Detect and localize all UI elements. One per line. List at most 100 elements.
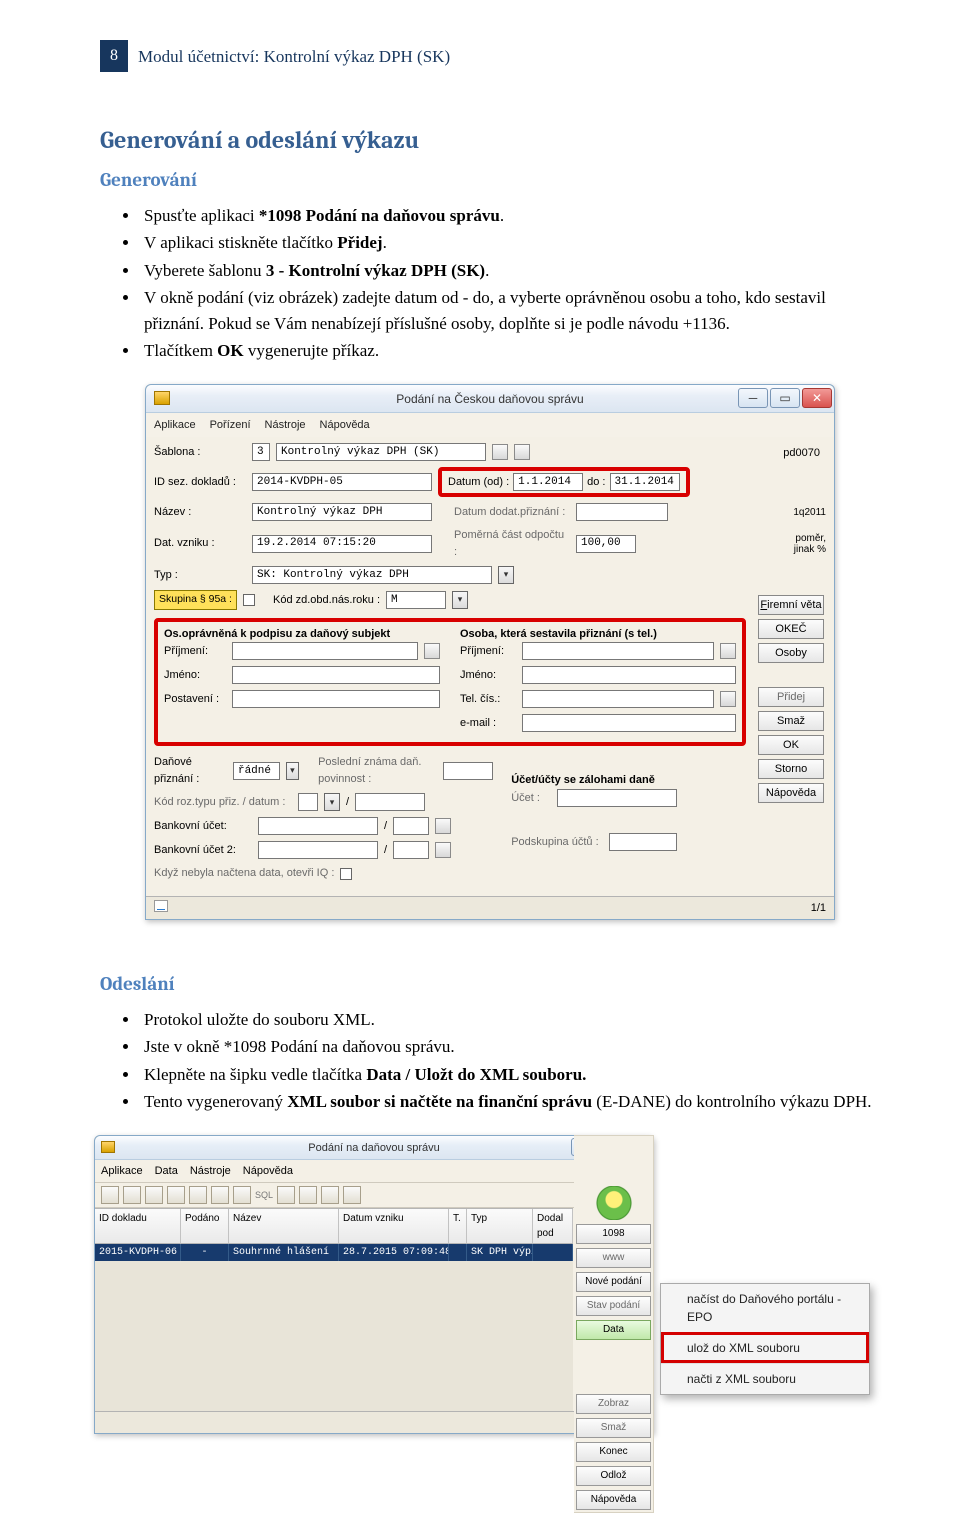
pridej-button[interactable]: Přidej	[758, 687, 824, 707]
text: vygenerujte příkaz.	[244, 341, 379, 360]
input-tel[interactable]	[522, 690, 714, 708]
input-email[interactable]	[522, 714, 736, 732]
storno-button[interactable]: Storno	[758, 759, 824, 779]
input-datum-do[interactable]: 31.1.2014	[610, 473, 680, 491]
toolbar-icon[interactable]	[233, 1186, 251, 1204]
input-pomerna[interactable]: 100,00	[576, 535, 636, 553]
toolbar-icon[interactable]	[101, 1186, 119, 1204]
input-bu1-kod[interactable]	[393, 817, 429, 835]
input-nazev[interactable]: Kontrolný výkaz DPH	[252, 503, 432, 521]
btn-odloz[interactable]: Odlož	[576, 1466, 651, 1486]
btn-1098[interactable]: 1098	[576, 1224, 651, 1244]
skupina-95a-button[interactable]: Skupina § 95a :	[154, 590, 237, 610]
open-icon[interactable]	[492, 444, 508, 460]
chevron-down-icon[interactable]: ▾	[324, 793, 340, 811]
open-icon[interactable]	[424, 643, 440, 659]
input-posledni[interactable]	[443, 762, 493, 780]
okec-button[interactable]: OKEČ	[758, 619, 824, 639]
close-button[interactable]: ✕	[802, 388, 832, 408]
btn-www[interactable]: www	[576, 1248, 651, 1268]
btn-konec[interactable]: Konec	[576, 1442, 651, 1462]
col-podano[interactable]: Podáno	[181, 1209, 229, 1244]
napoveda-button[interactable]: Nápověda	[758, 783, 824, 803]
col-dodal[interactable]: Dodal pod	[533, 1209, 573, 1244]
chevron-down-icon[interactable]: ▾	[286, 762, 298, 780]
input-datum-roz[interactable]	[355, 793, 425, 811]
btn-smaz[interactable]: Smaž	[576, 1418, 651, 1438]
input-sablona-name[interactable]: Kontrolný výkaz DPH (SK)	[276, 443, 486, 461]
star-icon[interactable]	[592, 1186, 636, 1220]
menu-napoveda[interactable]: Nápověda	[243, 1163, 293, 1180]
toolbar-icon[interactable]	[343, 1186, 361, 1204]
input-bu1[interactable]	[258, 817, 378, 835]
input-typ[interactable]: SK: Kontrolný výkaz DPH	[252, 566, 492, 584]
toolbar-icon[interactable]	[167, 1186, 185, 1204]
input-jmeno-1[interactable]	[232, 666, 440, 684]
input-dodat[interactable]	[576, 503, 668, 521]
open-icon[interactable]	[720, 643, 736, 659]
ok-button[interactable]: OK	[758, 735, 824, 755]
chevron-down-icon[interactable]: ▾	[498, 566, 514, 584]
skupina-95a-checkbox[interactable]	[243, 594, 255, 606]
btn-stav-podani[interactable]: Stav podání	[576, 1296, 651, 1316]
col-nazev[interactable]: Název	[229, 1209, 339, 1244]
input-jmeno-2[interactable]	[522, 666, 736, 684]
open-icon[interactable]	[435, 842, 451, 858]
menu-item-epo[interactable]: načíst do Daňového portálu - EPO	[661, 1284, 869, 1332]
menu-data[interactable]: Data	[155, 1163, 178, 1180]
input-id-sez[interactable]: 2014-KVDPH-05	[252, 473, 432, 491]
input-bu2-kod[interactable]	[393, 841, 429, 859]
input-datum-od[interactable]: 1.1.2014	[513, 473, 583, 491]
menu-nastroje[interactable]: Nástroje	[265, 417, 306, 434]
table-row[interactable]: 2015-KVDPH-06 - Souhrnné hlášení 28.7.20…	[95, 1244, 573, 1261]
col-t[interactable]: T.	[449, 1209, 467, 1244]
input-dan-priz[interactable]: řádné	[233, 762, 280, 780]
label-prijmeni: Příjmení:	[460, 643, 516, 660]
maximize-button[interactable]: ▭	[770, 388, 800, 408]
input-prijmeni-1[interactable]	[232, 642, 418, 660]
col-id[interactable]: ID dokladu	[95, 1209, 181, 1244]
menu-napoveda[interactable]: Nápověda	[320, 417, 370, 434]
input-kod-zd[interactable]: M	[386, 591, 446, 609]
chevron-down-icon[interactable]: ▾	[452, 591, 468, 609]
toolbar-icon[interactable]	[211, 1186, 229, 1204]
menu-item-uloz-xml[interactable]: ulož do XML souboru	[661, 1332, 869, 1363]
open-icon[interactable]	[720, 691, 736, 707]
menu-aplikace[interactable]: Aplikace	[154, 417, 196, 434]
window-podani-danova: Podání na daňovou správu ─ ▭ ✕ Aplikace …	[94, 1135, 654, 1434]
toolbar-icon[interactable]	[277, 1186, 295, 1204]
menu-item-nacti-xml[interactable]: načti z XML souboru	[661, 1363, 869, 1394]
toolbar-icon[interactable]	[299, 1186, 317, 1204]
bold-text: Přidej	[337, 233, 382, 252]
input-sablona-num[interactable]: 3	[252, 443, 270, 461]
osoby-button[interactable]: Osoby	[758, 643, 824, 663]
iq-checkbox[interactable]	[340, 868, 352, 880]
input-postaveni[interactable]	[232, 690, 440, 708]
open-icon[interactable]	[435, 818, 451, 834]
input-kod-roz[interactable]	[298, 793, 318, 811]
input-prijmeni-2[interactable]	[522, 642, 714, 660]
input-dat-vzniku[interactable]: 19.2.2014 07:15:20	[252, 535, 432, 553]
col-datum[interactable]: Datum vzniku	[339, 1209, 449, 1244]
btn-napoveda[interactable]: Nápověda	[576, 1490, 651, 1510]
smaz-button[interactable]: Smaž	[758, 711, 824, 731]
menu-nastroje[interactable]: Nástroje	[190, 1163, 231, 1180]
list-icon[interactable]	[514, 444, 530, 460]
input-podskupina[interactable]	[609, 833, 677, 851]
menu-aplikace[interactable]: Aplikace	[101, 1163, 143, 1180]
input-ucet[interactable]	[557, 789, 677, 807]
toolbar-icon[interactable]	[189, 1186, 207, 1204]
toolbar-icon[interactable]	[321, 1186, 339, 1204]
bold-text: XML soubor si načtěte na finanční správu	[287, 1092, 592, 1111]
btn-nove-podani[interactable]: Nové podání	[576, 1272, 651, 1292]
input-bu2[interactable]	[258, 841, 378, 859]
col-typ[interactable]: Typ	[467, 1209, 533, 1244]
menu-porizeni[interactable]: Pořízení	[210, 417, 251, 434]
status-icon[interactable]	[154, 900, 168, 912]
toolbar-icon[interactable]	[145, 1186, 163, 1204]
minimize-button[interactable]: ─	[738, 388, 768, 408]
btn-zobraz[interactable]: Zobraz	[576, 1394, 651, 1414]
toolbar-icon[interactable]	[123, 1186, 141, 1204]
firemni-veta-button[interactable]: FFiremní větairemní věta	[758, 595, 824, 615]
btn-data[interactable]: Data	[576, 1320, 651, 1340]
